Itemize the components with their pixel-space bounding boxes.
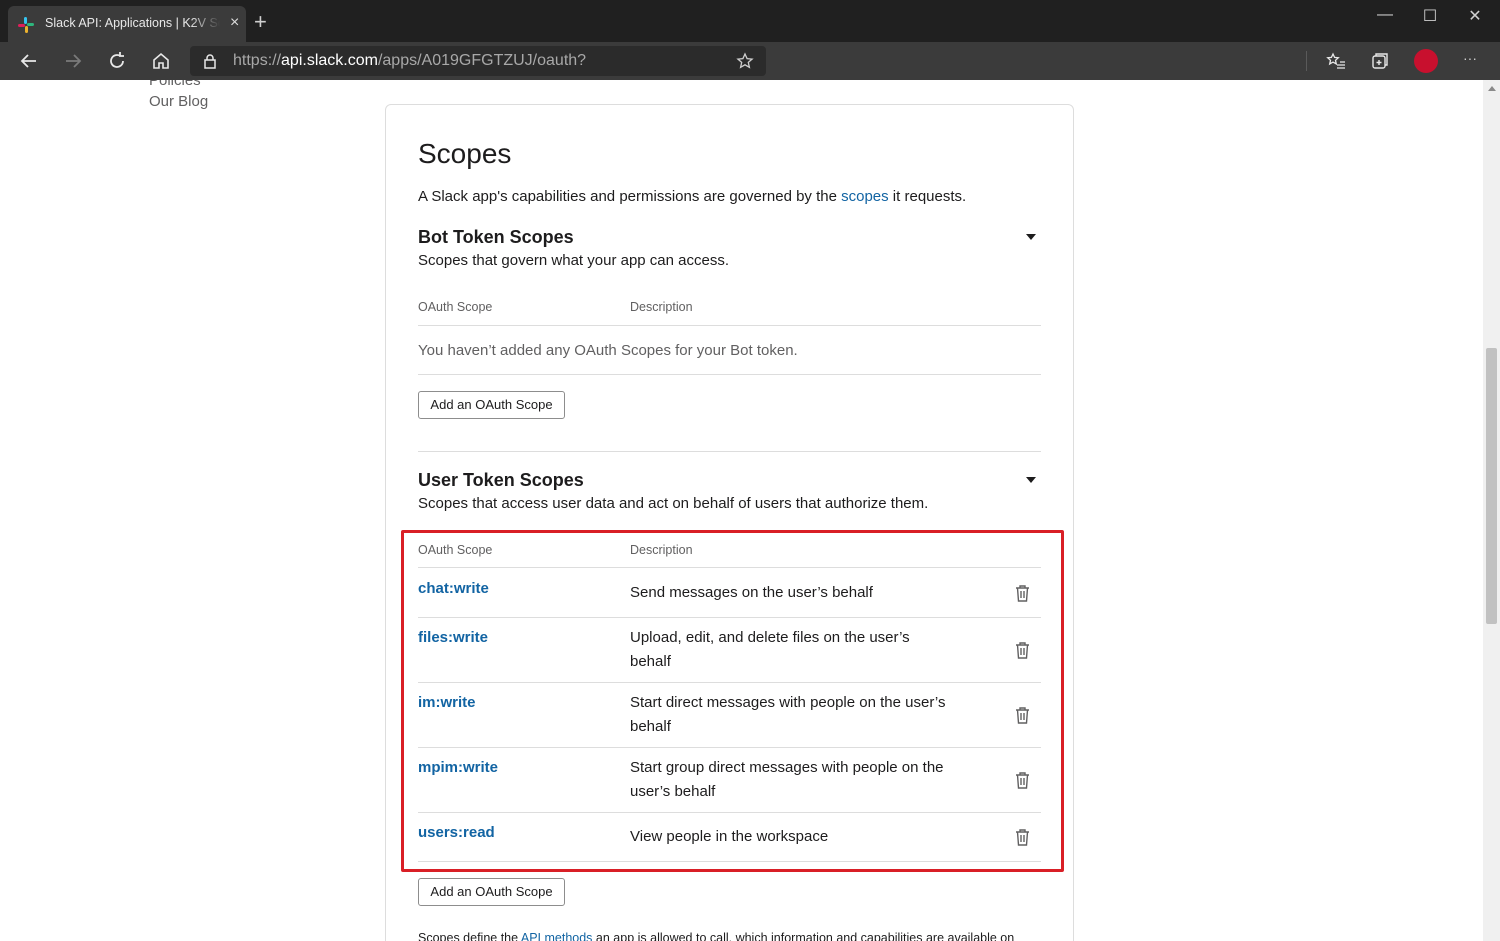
url-host: api.slack.com <box>281 52 378 69</box>
bot-token-scopes-title: Bot Token Scopes <box>418 227 574 247</box>
vertical-scrollbar[interactable] <box>1483 80 1500 941</box>
trash-icon[interactable] <box>1014 705 1031 725</box>
trash-icon[interactable] <box>1014 770 1031 790</box>
divider <box>418 374 1041 375</box>
divider <box>418 617 1041 618</box>
tab-title: Slack API: Applications | K2V Software <box>45 16 220 30</box>
trash-icon[interactable] <box>1014 827 1031 847</box>
more-menu-button[interactable]: ··· <box>1455 50 1485 66</box>
scopes-intro: A Slack app's capabilities and permissio… <box>418 188 966 205</box>
page-content: Policies Our Blog Scopes A Slack app's c… <box>0 80 1483 941</box>
caret-down-icon[interactable] <box>1026 477 1036 483</box>
scopes-link[interactable]: scopes <box>841 188 889 205</box>
sidebar-link-blog[interactable]: Our Blog <box>149 93 208 110</box>
collections-icon[interactable] <box>1369 50 1391 72</box>
divider <box>418 682 1041 683</box>
api-methods-link[interactable]: API methods <box>521 931 593 941</box>
scope-description: View people in the workspace <box>630 828 829 845</box>
divider <box>418 451 1041 452</box>
trash-icon[interactable] <box>1014 583 1031 603</box>
page-title: Scopes <box>418 138 512 169</box>
sidebar-link-policies[interactable]: Policies <box>149 80 201 89</box>
trash-icon[interactable] <box>1014 640 1031 660</box>
scope-description: Upload, edit, and delete files on the us… <box>630 629 910 670</box>
scope-description: Start group direct messages with people … <box>630 759 944 800</box>
lock-icon <box>204 54 216 69</box>
scope-name-users-read[interactable]: users:read <box>418 824 495 841</box>
minimize-button[interactable]: — <box>1370 6 1400 24</box>
bot-token-scopes-subtitle: Scopes that govern what your app can acc… <box>418 252 730 269</box>
slack-favicon <box>18 17 34 33</box>
close-window-button[interactable]: ✕ <box>1460 6 1490 26</box>
scope-description: Start direct messages with people on the… <box>630 694 946 735</box>
favorites-icon[interactable] <box>1325 50 1347 72</box>
footer-text-start: Scopes define the <box>418 931 521 941</box>
browser-toolbar: https://api.slack.com/apps/A019GFGTZUJ/o… <box>0 42 1500 80</box>
scrollbar-thumb[interactable] <box>1486 348 1497 624</box>
back-icon[interactable] <box>18 50 40 72</box>
browser-titlebar: Slack API: Applications | K2V Software ×… <box>0 0 1500 42</box>
scopes-intro-text-end: it requests. <box>888 188 967 205</box>
url-scheme: https:// <box>233 52 282 69</box>
scopes-intro-text: A Slack app's capabilities and permissio… <box>418 188 842 205</box>
scope-name-im-write[interactable]: im:write <box>418 694 476 711</box>
footer-text-end: an app is allowed to call, which informa… <box>592 931 1015 941</box>
tab-close-icon[interactable]: × <box>230 15 239 31</box>
maximize-button[interactable]: ☐ <box>1415 6 1445 26</box>
toolbar-separator <box>1306 51 1307 71</box>
scroll-up-arrow-icon[interactable] <box>1488 86 1496 91</box>
bot-col-description: Description <box>630 300 693 314</box>
divider <box>418 812 1041 813</box>
home-icon[interactable] <box>150 50 172 72</box>
scopes-footer-text: Scopes define the API methods an app is … <box>418 931 1014 941</box>
scope-name-files-write[interactable]: files:write <box>418 629 488 646</box>
scope-name-chat-write[interactable]: chat:write <box>418 580 489 597</box>
profile-avatar[interactable] <box>1414 49 1438 73</box>
url-text: https://api.slack.com/apps/A019GFGTZUJ/o… <box>233 52 586 70</box>
add-user-oauth-scope-button[interactable]: Add an OAuth Scope <box>418 878 565 906</box>
divider <box>418 747 1041 748</box>
user-col-description: Description <box>630 543 693 557</box>
browser-tab[interactable]: Slack API: Applications | K2V Software × <box>8 6 246 42</box>
bot-empty-message: You haven’t added any OAuth Scopes for y… <box>418 342 798 359</box>
bot-col-oauth-scope: OAuth Scope <box>418 300 493 314</box>
user-token-scopes-subtitle: Scopes that access user data and act on … <box>418 495 929 512</box>
forward-icon[interactable] <box>62 50 84 72</box>
scope-name-mpim-write[interactable]: mpim:write <box>418 759 498 776</box>
star-icon[interactable] <box>736 52 754 70</box>
caret-down-icon[interactable] <box>1026 234 1036 240</box>
address-bar[interactable]: https://api.slack.com/apps/A019GFGTZUJ/o… <box>190 46 766 76</box>
user-token-scopes-title: User Token Scopes <box>418 470 584 490</box>
divider <box>418 567 1041 568</box>
url-path: /apps/A019GFGTZUJ/oauth? <box>377 52 587 69</box>
add-bot-oauth-scope-button[interactable]: Add an OAuth Scope <box>418 391 565 419</box>
divider <box>418 861 1041 862</box>
user-col-oauth-scope: OAuth Scope <box>418 543 493 557</box>
scope-description: Send messages on the user’s behalf <box>630 584 873 601</box>
divider <box>418 325 1041 326</box>
new-tab-button[interactable]: + <box>254 11 267 33</box>
refresh-icon[interactable] <box>106 50 128 72</box>
